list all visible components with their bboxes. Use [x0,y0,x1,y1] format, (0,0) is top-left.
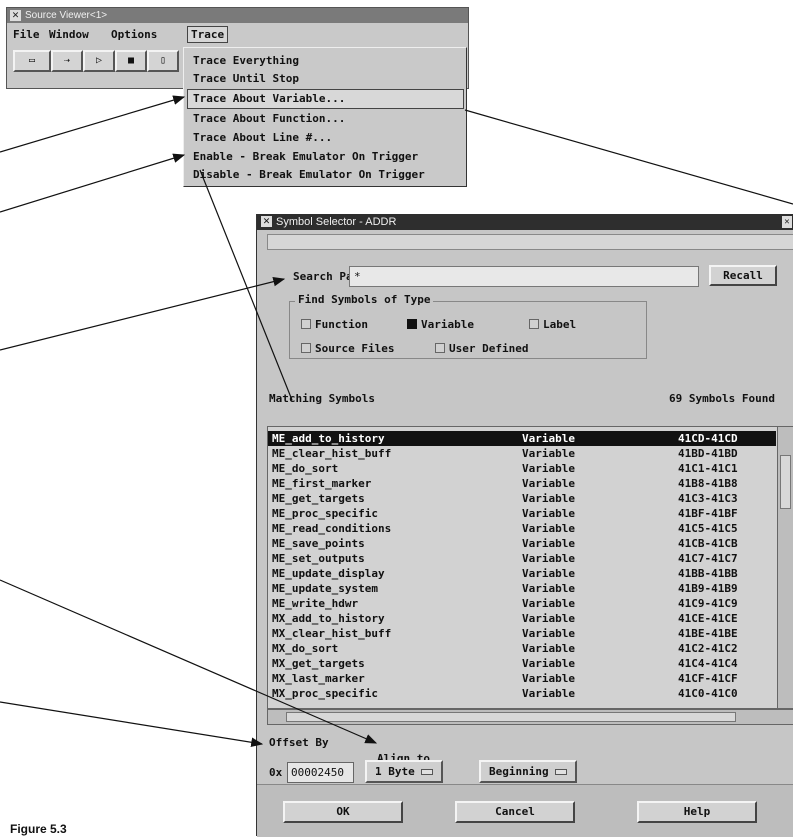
callout-arrow-variable [0,95,186,153]
callout-arrows [0,95,793,748]
zoom-line-top [464,109,793,205]
callout-arrow-break [0,153,186,213]
figure-caption: Figure 5.3 [10,822,67,836]
callout-arrow-offset [0,701,264,748]
zoom-line-left [199,169,293,401]
callout-arrow-search [0,276,286,351]
callout-arrow-align [0,579,378,744]
